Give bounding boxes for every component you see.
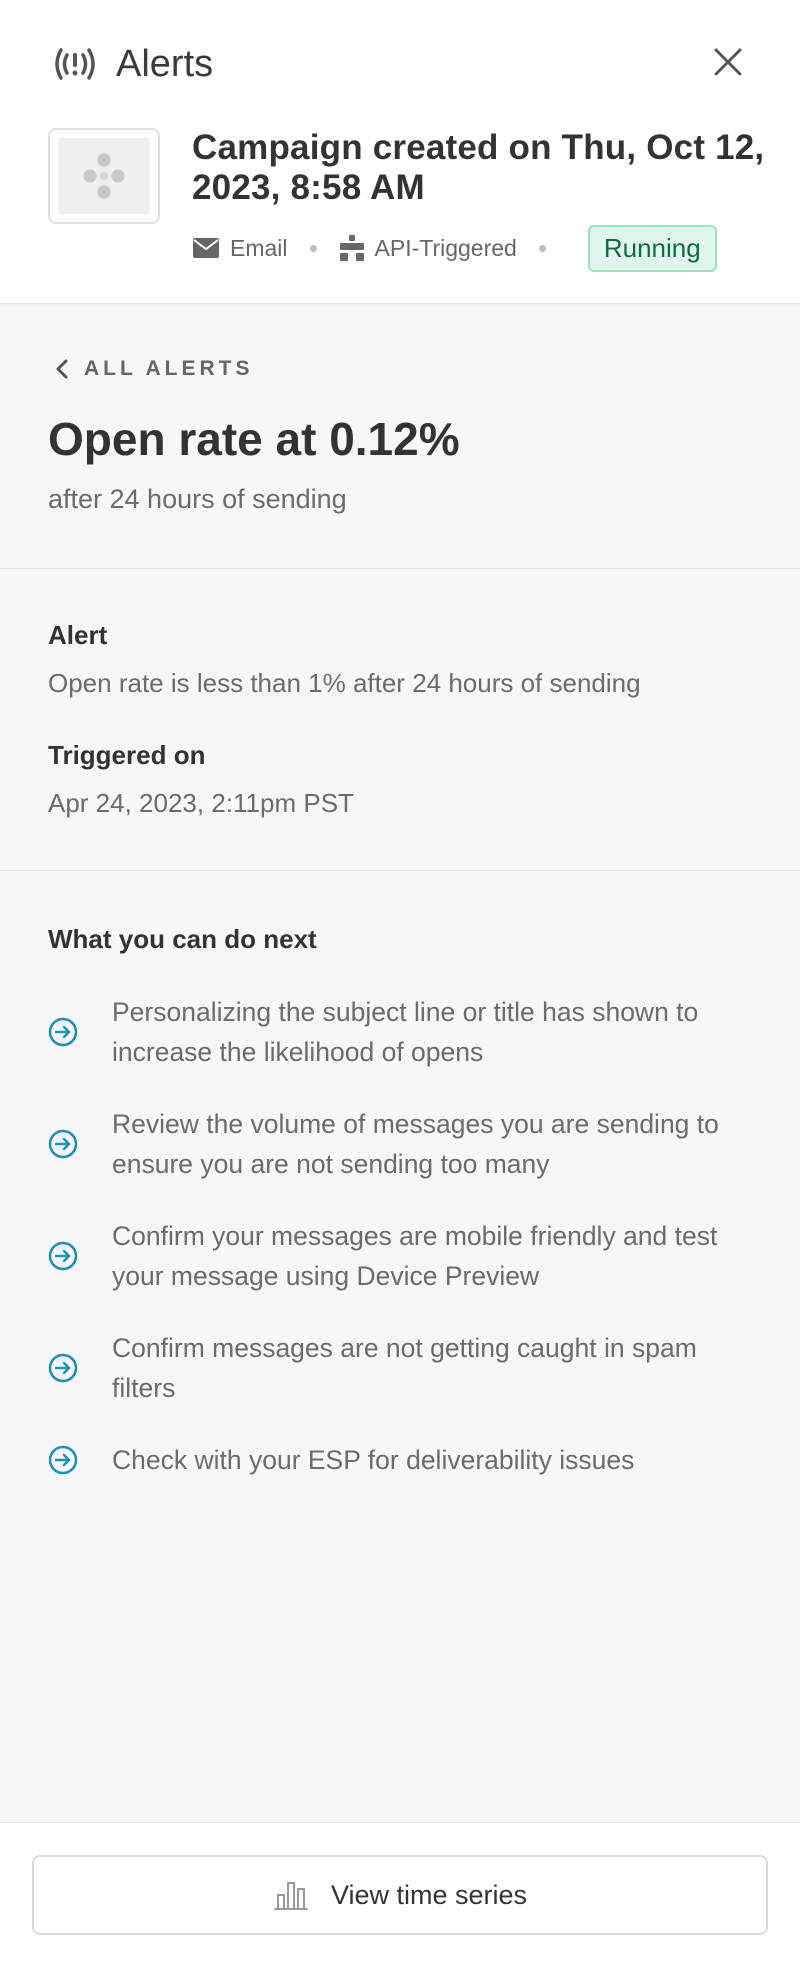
triggered-value: Apr 24, 2023, 2:11pm PST: [48, 788, 354, 818]
campaign-placeholder-icon: [58, 138, 150, 214]
next-step-item: Review the volume of messages you are se…: [48, 1104, 768, 1184]
trigger-label: API-Triggered: [374, 234, 517, 261]
panel-header: Alerts Campaign created on Thu, Oct 12, …: [0, 0, 800, 304]
arrow-circle-right-icon: [48, 1129, 78, 1159]
envelope-icon: [193, 238, 219, 258]
arrow-circle-right-icon: [48, 1017, 78, 1047]
channel-meta: Email: [192, 235, 288, 262]
api-trigger-icon: [339, 235, 364, 261]
close-icon[interactable]: [710, 44, 746, 80]
alert-label: Alert: [48, 620, 108, 650]
next-steps-title: What you can do next: [48, 924, 317, 954]
campaign-thumbnail: [48, 128, 160, 224]
alerts-title-row: Alerts: [52, 40, 213, 88]
section-divider: [0, 870, 800, 871]
trigger-meta: API-Triggered: [339, 234, 517, 262]
meta-separator: [538, 244, 546, 252]
all-alerts-label[interactable]: ALL ALERTS: [84, 357, 254, 381]
alert-value: Open rate is less than 1% after 24 hours…: [48, 668, 641, 698]
alerts-title: Alerts: [116, 42, 214, 85]
view-time-series-label[interactable]: View time series: [331, 1880, 527, 1911]
arrow-circle-right-icon: [48, 1241, 78, 1271]
next-step-text: Check with your ESP for deliverability i…: [112, 1445, 635, 1475]
alert-subhead: after 24 hours of sending: [48, 484, 347, 514]
alerts-panel: Alerts Campaign created on Thu, Oct 12, …: [0, 0, 800, 1966]
next-step-text: Confirm your messages are mobile friendl…: [112, 1221, 718, 1291]
alert-headline: Open rate at 0.12%: [48, 413, 460, 465]
next-step-item: Personalizing the subject line or title …: [48, 992, 768, 1072]
campaign-meta: Email API-Triggered Running: [192, 224, 717, 272]
next-step-text: Personalizing the subject line or title …: [112, 997, 699, 1067]
panel-footer: View time series: [0, 1822, 800, 1966]
view-time-series-button[interactable]: View time series: [32, 1855, 768, 1935]
arrow-circle-right-icon: [48, 1353, 78, 1383]
status-badge: Running: [587, 224, 717, 272]
next-step-text: Review the volume of messages you are se…: [112, 1109, 719, 1179]
chevron-left-icon[interactable]: [54, 358, 70, 380]
next-step-item: Confirm messages are not getting caught …: [48, 1328, 768, 1408]
section-divider: [0, 568, 800, 569]
channel-label: Email: [230, 234, 288, 261]
arrow-circle-right-icon: [48, 1445, 78, 1475]
next-step-text: Confirm messages are not getting caught …: [112, 1333, 697, 1403]
meta-separator: [309, 244, 317, 252]
next-step-item: Check with your ESP for deliverability i…: [48, 1440, 768, 1480]
next-step-item: Confirm your messages are mobile friendl…: [48, 1216, 768, 1296]
all-alerts-link[interactable]: ALL ALERTS: [54, 354, 254, 384]
alert-broadcast-icon: [52, 46, 98, 82]
triggered-label: Triggered on: [48, 740, 206, 770]
close-button[interactable]: [710, 44, 746, 80]
campaign-title: Campaign created on Thu, Oct 12, 2023, 8…: [192, 128, 765, 207]
bar-chart-icon: [273, 1882, 308, 1910]
